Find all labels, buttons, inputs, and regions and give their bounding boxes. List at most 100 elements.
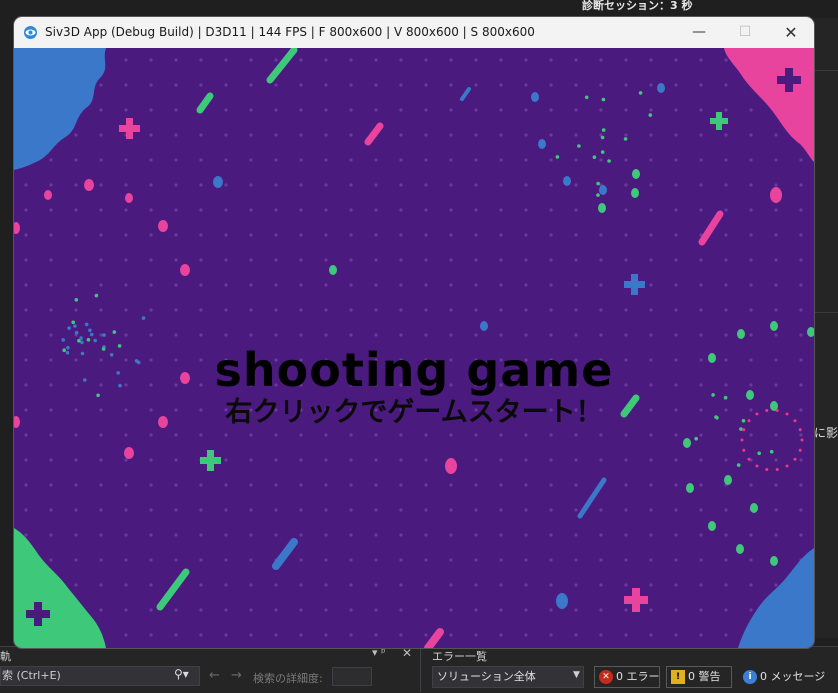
grid-dot: [599, 258, 603, 262]
grid-dot: [674, 83, 678, 87]
grid-dot: [524, 558, 528, 562]
grid-dot: [449, 483, 453, 487]
speckle: [596, 181, 600, 186]
chevron-down-icon[interactable]: ▼: [573, 670, 580, 680]
errors-filter-button[interactable]: ✕ 0 エラー: [594, 666, 660, 688]
grid-dot: [49, 508, 53, 512]
messages-filter-button[interactable]: i0 メッセージ: [738, 666, 825, 688]
grid-dot: [199, 633, 203, 637]
grid-dot: [549, 83, 553, 87]
grid-dot: [524, 158, 528, 162]
grid-dot: [49, 533, 53, 537]
grid-dot: [349, 283, 353, 287]
grid-dot: [174, 333, 178, 337]
grid-dot: [399, 558, 403, 562]
search-icon[interactable]: ⚲▾: [174, 667, 189, 681]
panel-divider: [420, 646, 421, 692]
grid-dot: [599, 233, 603, 237]
ide-right-panel: [814, 18, 838, 638]
grid-dot: [24, 183, 28, 187]
grid-dot: [549, 483, 553, 487]
solution-scope-select[interactable]: ソリューション全体: [432, 666, 584, 688]
particle: [736, 544, 744, 554]
detail-level-select[interactable]: [332, 667, 372, 686]
speckle: [555, 155, 560, 159]
grid-dot: [624, 433, 628, 437]
grid-dot: [574, 308, 578, 312]
grid-dot: [699, 433, 703, 437]
grid-dot: [749, 158, 753, 162]
particle: [632, 169, 640, 179]
grid-dot: [74, 133, 78, 137]
window-titlebar[interactable]: Siv3D App (Debug Build) | D3D11 | 144 FP…: [14, 17, 814, 48]
grid-dot: [249, 183, 253, 187]
back-arrow-icon[interactable]: ←: [209, 668, 220, 683]
grid-dot: [299, 158, 303, 162]
grid-dot: [74, 258, 78, 262]
maximize-button[interactable]: ☐: [722, 17, 768, 48]
grid-dot: [449, 333, 453, 337]
grid-dot: [249, 483, 253, 487]
grid-dot: [474, 333, 478, 337]
grid-dot: [624, 58, 628, 62]
grid-dot: [674, 333, 678, 337]
grid-dot: [274, 108, 278, 112]
grid-dot: [99, 158, 103, 162]
grid-dot: [224, 83, 228, 87]
grid-dot: [524, 608, 528, 612]
grid-dot: [574, 633, 578, 637]
grid-dot: [424, 583, 428, 587]
speckle: [102, 333, 106, 337]
grid-dot: [449, 283, 453, 287]
particle: [599, 185, 607, 195]
grid-dot: [99, 583, 103, 587]
grid-dot: [224, 458, 228, 462]
grid-dot: [249, 58, 253, 62]
ring-dot: [800, 438, 804, 442]
grid-dot: [224, 308, 228, 312]
search-input[interactable]: 索 (Ctrl+E): [0, 666, 200, 686]
grid-dot: [299, 508, 303, 512]
diagnostic-session-label: 診断セッション：3 秒: [582, 0, 693, 12]
grid-dot: [624, 208, 628, 212]
grid-dot: [99, 558, 103, 562]
grid-dot: [574, 233, 578, 237]
grid-dot: [174, 308, 178, 312]
forward-arrow-icon[interactable]: →: [231, 668, 242, 683]
grid-dot: [399, 633, 403, 637]
grid-dot: [449, 233, 453, 237]
warnings-filter-button[interactable]: ! 0 警告: [666, 666, 732, 688]
close-button[interactable]: ✕: [768, 17, 814, 48]
grid-dot: [399, 83, 403, 87]
grid-dot: [299, 208, 303, 212]
minimize-button[interactable]: —: [676, 17, 722, 48]
grid-dot: [174, 533, 178, 537]
grid-dot: [324, 83, 328, 87]
grid-dot: [749, 258, 753, 262]
particle: [445, 458, 457, 474]
grid-dot: [374, 558, 378, 562]
grid-dot: [449, 633, 453, 637]
grid-dot: [124, 258, 128, 262]
grid-dot: [199, 233, 203, 237]
grid-dot: [749, 208, 753, 212]
grid-dot: [499, 233, 503, 237]
grid-dot: [524, 183, 528, 187]
grid-dot: [199, 533, 203, 537]
grid-dot: [499, 208, 503, 212]
grid-dot: [49, 333, 53, 337]
grid-dot: [149, 108, 153, 112]
grid-dot: [99, 333, 103, 337]
grid-dot: [99, 108, 103, 112]
grid-dot: [49, 483, 53, 487]
grid-dot: [49, 233, 53, 237]
grid-dot: [274, 533, 278, 537]
game-start-instruction: 右クリックでゲームスタート！: [225, 397, 603, 428]
close-panel-button[interactable]: ✕: [402, 646, 412, 660]
grid-dot: [149, 583, 153, 587]
grid-dot: [224, 58, 228, 62]
grid-dot: [599, 433, 603, 437]
grid-dot: [174, 458, 178, 462]
grid-dot: [149, 508, 153, 512]
grid-dot: [774, 258, 778, 262]
